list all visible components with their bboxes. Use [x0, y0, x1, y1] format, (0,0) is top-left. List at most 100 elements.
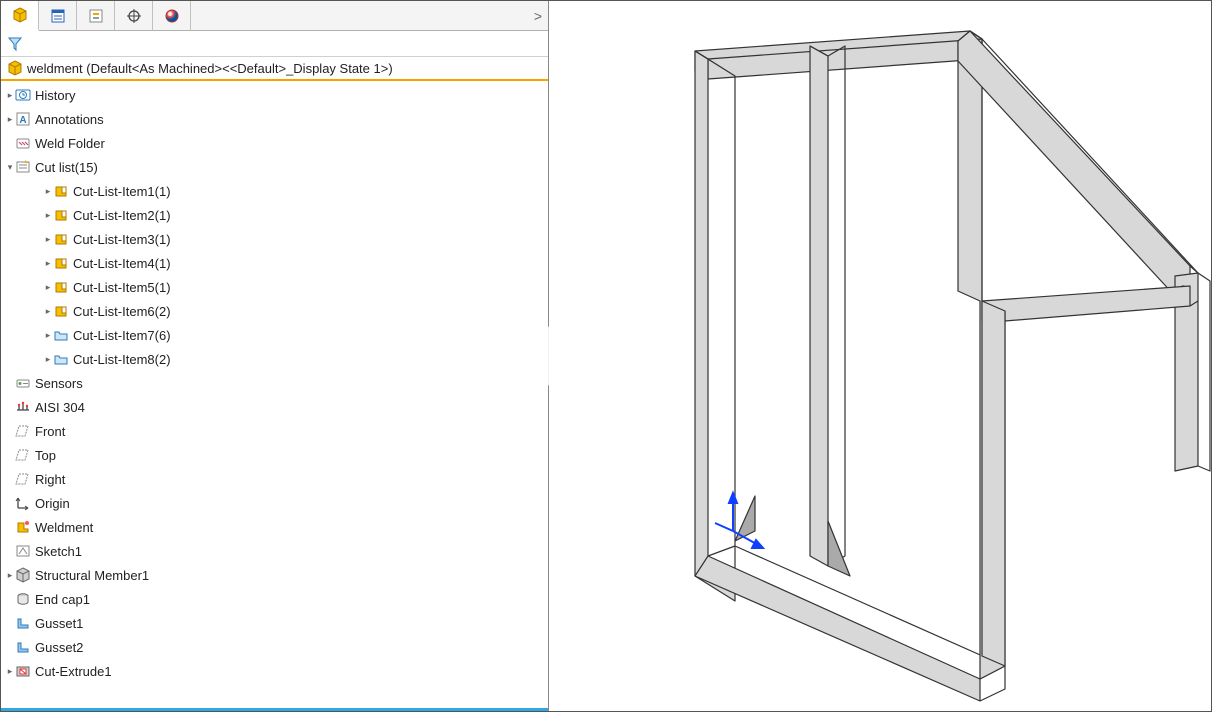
expand-arrow-icon[interactable]: ▸ [43, 330, 53, 341]
tree-item[interactable]: ▾Cut list(15) [1, 155, 548, 179]
tree-item-label: AISI 304 [31, 400, 85, 415]
cutitem-icon [53, 183, 69, 199]
tab-configuration-manager[interactable] [77, 1, 115, 31]
target-icon [126, 8, 142, 24]
tree-item[interactable]: ▸Origin [1, 491, 548, 515]
expand-arrow-icon[interactable]: ▾ [5, 162, 15, 173]
tree-item-label: Gusset2 [31, 640, 83, 655]
feature-tree[interactable]: ▸History▸Annotations▸Weld Folder▾Cut lis… [1, 81, 548, 706]
tab-feature-manager[interactable] [1, 1, 39, 31]
weld-folder-icon [15, 135, 31, 151]
tree-root[interactable]: weldment (Default<As Machined><<Default>… [1, 57, 548, 81]
tree-item-label: Annotations [31, 112, 104, 127]
feature-manager-panel: > weldment (Default<As Machined><<Defaul… [1, 1, 549, 711]
tree-item[interactable]: ▸Front [1, 419, 548, 443]
expand-arrow-icon[interactable]: ▸ [43, 186, 53, 197]
cutlist-icon [15, 159, 31, 175]
tree-item-label: Sketch1 [31, 544, 82, 559]
cutitem-icon [53, 279, 69, 295]
expand-arrow-icon[interactable]: ▸ [43, 354, 53, 365]
panel-tabstrip: > [1, 1, 548, 31]
tree-item[interactable]: ▸Right [1, 467, 548, 491]
plane-icon [15, 471, 31, 487]
part-icon [12, 7, 28, 23]
folder-icon [53, 327, 69, 343]
plane-icon [15, 423, 31, 439]
tree-item[interactable]: ▸ Cut-List-Item8(2) [1, 347, 548, 371]
tab-display-manager[interactable] [153, 1, 191, 31]
graphics-viewport[interactable] [549, 1, 1211, 711]
origin-icon [15, 495, 31, 511]
expand-arrow-icon[interactable]: ▸ [43, 234, 53, 245]
expand-arrow-icon[interactable]: ▸ [5, 90, 15, 101]
expand-arrow-icon[interactable]: ▸ [43, 210, 53, 221]
tree-item-label: Cut-List-Item8(2) [69, 352, 171, 367]
tree-item-label: Top [31, 448, 56, 463]
tree-item[interactable]: ▸Weld Folder [1, 131, 548, 155]
cutitem-icon [53, 207, 69, 223]
tree-item-label: Cut-Extrude1 [31, 664, 112, 679]
tree-item[interactable]: ▸ History [1, 83, 548, 107]
tree-item[interactable]: ▸Cut-List-Item2(1) [1, 203, 548, 227]
endcap-icon [15, 591, 31, 607]
tree-item-label: Front [31, 424, 65, 439]
model-render [549, 1, 1211, 711]
tree-item-label: Weld Folder [31, 136, 105, 151]
tree-item[interactable]: ▸End cap1 [1, 587, 548, 611]
tree-item[interactable]: ▸ Cut-Extrude1 [1, 659, 548, 683]
tree-item[interactable]: ▸ Cut-List-Item7(6) [1, 323, 548, 347]
tree-item[interactable]: ▸Gusset2 [1, 635, 548, 659]
tree-item[interactable]: ▸ Annotations [1, 107, 548, 131]
tab-property-manager[interactable] [39, 1, 77, 31]
tree-item-label: Cut-List-Item6(2) [69, 304, 171, 319]
expand-arrow-icon[interactable]: ▸ [43, 306, 53, 317]
tree-item[interactable]: ▸Cut-List-Item4(1) [1, 251, 548, 275]
tree-item[interactable]: ▸ Cut-List-Item6(2) [1, 299, 548, 323]
tree-item[interactable]: ▸Sensors [1, 371, 548, 395]
expand-arrow-icon[interactable]: ▸ [5, 666, 15, 677]
tree-item[interactable]: ▸Top [1, 443, 548, 467]
tree-item-label: Sensors [31, 376, 83, 391]
part-icon [7, 60, 23, 76]
tree-item-label: Gusset1 [31, 616, 83, 631]
filter-icon [7, 36, 23, 52]
expand-arrow-icon[interactable]: ▸ [43, 282, 53, 293]
expand-arrow-icon[interactable]: ▸ [43, 258, 53, 269]
structural-icon [15, 567, 31, 583]
cutitem-icon [53, 231, 69, 247]
tree-item[interactable]: ▸ Cut-List-Item5(1) [1, 275, 548, 299]
material-icon [15, 399, 31, 415]
expand-arrow-icon[interactable]: ▸ [5, 114, 15, 125]
tree-item-label: Cut-List-Item3(1) [69, 232, 171, 247]
root-label: weldment (Default<As Machined><<Default>… [27, 61, 393, 76]
tree-item[interactable]: ▸Weldment [1, 515, 548, 539]
tree-item[interactable]: ▸Sketch1 [1, 539, 548, 563]
tab-dimxpert-manager[interactable] [115, 1, 153, 31]
expand-arrow-icon[interactable]: ▸ [5, 570, 15, 581]
tree-item-label: Origin [31, 496, 70, 511]
gusset-icon [15, 639, 31, 655]
tree-item[interactable]: ▸Cut-List-Item1(1) [1, 179, 548, 203]
tree-item[interactable]: ▸Gusset1 [1, 611, 548, 635]
sensors-icon [15, 375, 31, 391]
history-icon [15, 87, 31, 103]
plane-icon [15, 447, 31, 463]
sketch-icon [15, 543, 31, 559]
config-icon [88, 8, 104, 24]
properties-icon [50, 8, 66, 24]
tree-item[interactable]: ▸ Cut-List-Item3(1) [1, 227, 548, 251]
tree-item-label: Cut-List-Item7(6) [69, 328, 171, 343]
tab-overflow-button[interactable]: > [528, 8, 548, 24]
tree-item[interactable]: ▸ Structural Member1 [1, 563, 548, 587]
cutitem-icon [53, 303, 69, 319]
tree-item-label: Structural Member1 [31, 568, 149, 583]
cutitem-icon [53, 255, 69, 271]
cutextrude-icon [15, 663, 31, 679]
tree-item-label: Weldment [31, 520, 93, 535]
tree-item-label: Cut-List-Item5(1) [69, 280, 171, 295]
tree-item-label: End cap1 [31, 592, 90, 607]
filter-bar[interactable] [1, 31, 548, 57]
tree-item-label: History [31, 88, 75, 103]
tree-item-label: Right [31, 472, 65, 487]
tree-item[interactable]: ▸AISI 304 [1, 395, 548, 419]
